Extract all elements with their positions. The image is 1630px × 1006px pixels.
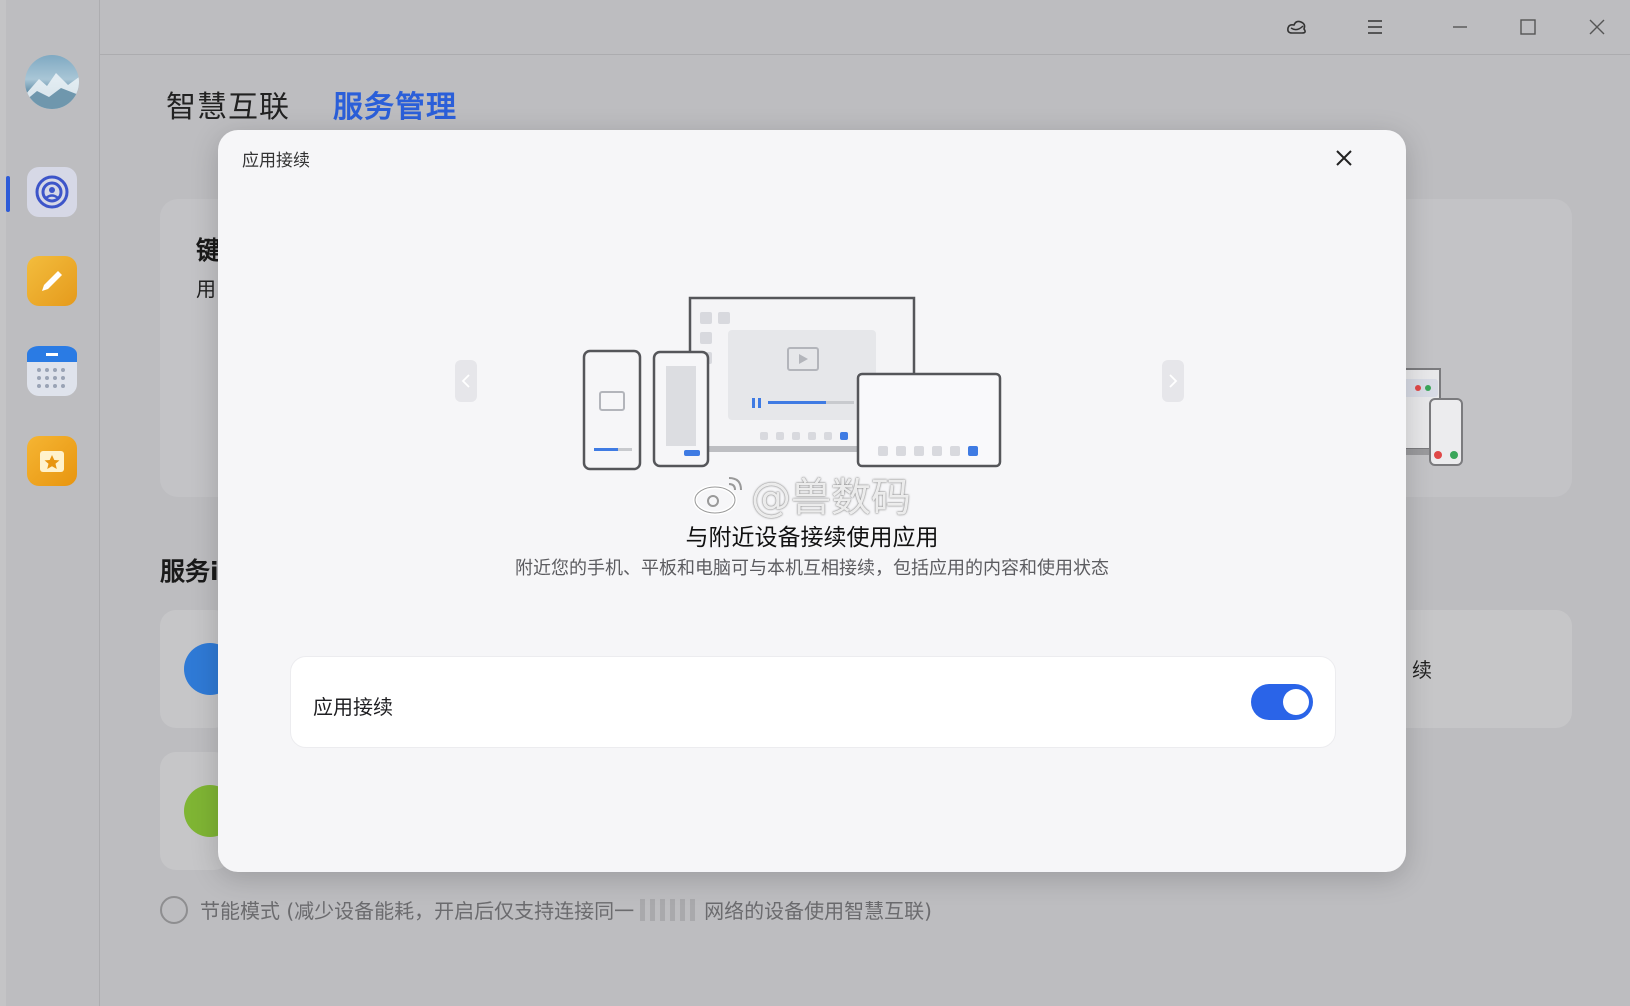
maximize-icon[interactable] [1513,12,1543,42]
devices-illustration [582,296,1002,471]
toggle-knob [1283,689,1309,715]
power-saving-option[interactable]: 节能模式 (减少设备能耗，开启后仅支持连接同一 网络的设备使用智慧互联) [160,895,932,924]
tab-service-management[interactable]: 服务管理 [333,82,457,126]
watermark-text: @兽数码 [751,475,911,521]
sidebar-item-favorites[interactable] [27,436,77,486]
redacted-text [640,898,699,921]
calendar-icon [27,346,77,388]
feature-card-subtitle: 用 [196,277,216,301]
tab-smart-connect[interactable]: 智慧互联 [166,82,290,126]
sidebar [6,0,100,1006]
menu-icon[interactable] [1360,12,1390,42]
weibo-icon [693,477,742,515]
section-title: 服务i [160,557,219,586]
carousel-prev-button[interactable] [455,360,477,402]
sidebar-active-indicator [6,176,10,212]
connect-icon [35,175,69,209]
watermark: @兽数码 [693,465,911,523]
app-continuity-dialog: 应用接续 @兽数码 与附近设备接续使用应用 附近您的手机、平板和电脑可与本机互相… [218,130,1406,872]
cloud-icon[interactable] [1282,12,1312,42]
dialog-description: 附近您的手机、平板和电脑可与本机互相接续，包括应用的内容和使用状态 [515,558,1109,579]
power-saving-radio[interactable] [160,895,188,924]
app-continuity-toggle[interactable] [1251,684,1313,720]
chevron-left-icon [461,374,470,388]
sidebar-item-connect[interactable] [27,167,77,217]
notes-icon [42,271,62,291]
sidebar-item-calendar[interactable] [27,346,77,396]
service-row-label: 续 [1412,658,1432,682]
avatar[interactable] [25,55,79,109]
dialog-title: 应用接续 [242,151,310,171]
power-saving-label-end: 网络的设备使用智慧互联) [704,899,932,923]
app-continuity-setting: 应用接续 [290,656,1336,748]
close-icon[interactable] [1582,12,1612,42]
titlebar-divider [100,54,1630,55]
dialog-close-button[interactable] [1328,142,1360,174]
minimize-icon[interactable] [1445,12,1475,42]
favorites-icon [40,451,64,472]
power-saving-label: 节能模式 (减少设备能耗，开启后仅支持连接同一 [200,899,635,923]
setting-label: 应用接续 [313,695,393,719]
chevron-right-icon [1169,374,1178,388]
sidebar-item-notes[interactable] [27,256,77,306]
dialog-headline: 与附近设备接续使用应用 [685,525,939,551]
carousel-next-button[interactable] [1162,360,1184,402]
close-icon [1336,150,1352,166]
